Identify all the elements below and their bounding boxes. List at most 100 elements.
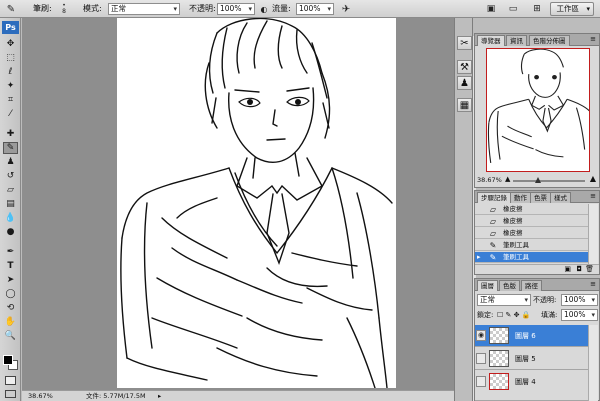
blend-mode-dropdown[interactable]: 正常 (477, 294, 531, 306)
zoom-slider[interactable] (513, 177, 585, 183)
history-brush-tool-icon[interactable]: ↺ (3, 170, 18, 182)
info-panel-icon[interactable]: ▦ (457, 98, 472, 112)
arrange-docs-icon[interactable]: ⊞ (530, 3, 544, 15)
foreground-color-swatch[interactable] (3, 355, 13, 365)
history-footer: ▣ ◘ 🗑 (475, 264, 599, 274)
move-tool-icon[interactable]: ✥ (3, 38, 18, 50)
lock-icons[interactable]: ☐ ✎ ✥ 🔒 (497, 310, 530, 322)
zoom-slider-knob[interactable] (535, 177, 541, 183)
mode-dropdown[interactable]: 正常 (108, 3, 180, 15)
history-item[interactable]: ▱ 橡皮擦 (475, 216, 588, 227)
tab-info[interactable]: 資訊 (506, 35, 527, 46)
tool-presets-icon[interactable]: ✂ (457, 36, 472, 50)
navigator-zoom-row: 38.67% ▲ ▲ (475, 174, 599, 186)
brush-preset-icon[interactable]: ✎ (3, 3, 19, 15)
hand-tool-icon[interactable]: ✋ (3, 316, 18, 328)
brush-tool-icon[interactable]: ✎ (3, 142, 18, 154)
screen-mode-icon[interactable] (5, 390, 16, 398)
eyedropper-tool-icon[interactable]: ⁄ (3, 108, 18, 120)
eraser-icon: ▱ (489, 229, 497, 238)
crop-tool-icon[interactable]: ⌗ (3, 94, 18, 106)
pen-tool-icon[interactable]: ✒ (3, 246, 18, 258)
history-state-marker-icon: ▸ (477, 253, 481, 261)
magic-wand-tool-icon[interactable]: ✦ (3, 80, 18, 92)
layers-tabs: 圖層 色版 路徑 ≡ (475, 279, 599, 291)
3d-rotate-tool-icon[interactable]: ⟲ (3, 302, 18, 314)
healing-brush-tool-icon[interactable]: ✚ (3, 128, 18, 140)
history-item-current[interactable]: ▸ ✎ 筆刷工具 (475, 252, 588, 263)
tab-histogram[interactable]: 色階分佈圖 (529, 35, 570, 46)
flow-value: 100% (299, 4, 321, 13)
clone-stamp-tool-icon[interactable]: ♟ (3, 156, 18, 168)
tab-actions[interactable]: 動作 (510, 192, 531, 203)
quick-mask-icon[interactable] (5, 376, 16, 385)
layer-row[interactable]: 圖層 4 (475, 371, 588, 401)
history-item-label: 橡皮擦 (503, 205, 523, 213)
workspace-dropdown[interactable]: 工作區 (549, 2, 594, 16)
tab-paths[interactable]: 路徑 (521, 280, 542, 291)
visibility-toggle[interactable] (476, 376, 486, 387)
doc-info: 文件: 5.77M/17.5M (86, 392, 146, 400)
tab-swatches[interactable]: 色票 (530, 192, 551, 203)
eye-icon[interactable]: ◉ (476, 330, 486, 341)
sketch-drawing (120, 18, 393, 388)
layer-opacity-value: 100% (564, 295, 586, 304)
panel-menu-icon[interactable]: ≡ (590, 192, 596, 200)
dodge-tool-icon[interactable]: ● (3, 226, 18, 238)
marquee-tool-icon[interactable]: ⬚ (3, 52, 18, 64)
flow-field[interactable]: 100% (296, 3, 334, 15)
history-tabs: 步驟記錄 動作 色票 樣式 ≡ (475, 191, 599, 203)
fill-field[interactable]: 100% (561, 309, 598, 321)
camera-icon[interactable]: ◘ (576, 265, 582, 273)
launch-bridge-icon[interactable]: ▣ (485, 3, 497, 15)
zoom-in-icon[interactable]: ▲ (590, 174, 596, 183)
brush-size-picker[interactable]: • 8 (58, 2, 70, 16)
visibility-toggle[interactable] (476, 353, 486, 364)
blend-mode-value: 正常 (480, 295, 495, 304)
navigator-thumbnail[interactable] (486, 48, 590, 172)
layers-scrollbar[interactable] (588, 325, 598, 401)
trash-icon[interactable]: 🗑 (585, 265, 594, 273)
history-item[interactable]: ▱ 橡皮擦 (475, 204, 588, 215)
layer-name: 圖層 4 (515, 378, 536, 386)
tab-layers[interactable]: 圖層 (477, 280, 498, 291)
new-snapshot-icon[interactable]: ▣ (564, 265, 571, 273)
layer-row[interactable]: ◉ 圖層 6 (475, 325, 588, 347)
zoom-tool-icon[interactable]: 🔍 (3, 330, 18, 342)
opacity-field[interactable]: 100% (217, 3, 255, 15)
navigator-zoom-value[interactable]: 38.67% (477, 176, 502, 184)
history-scrollbar[interactable] (588, 204, 598, 264)
type-tool-icon[interactable]: T (3, 260, 18, 272)
layer-thumbnail (489, 327, 509, 344)
panel-menu-icon[interactable]: ≡ (590, 280, 596, 288)
layer-row[interactable]: 圖層 5 (475, 348, 588, 370)
status-zoom[interactable]: 38.67% (28, 391, 53, 401)
layer-opacity-label: 不透明: (533, 296, 557, 304)
canvas[interactable] (117, 18, 396, 388)
clone-source-icon[interactable]: ♟ (457, 76, 472, 90)
airbrush-icon[interactable]: ✈ (339, 3, 353, 15)
panel-menu-icon[interactable]: ≡ (590, 35, 596, 43)
history-item[interactable]: ✎ 筆刷工具 (475, 240, 588, 251)
shape-tool-icon[interactable]: ◯ (3, 288, 18, 300)
tab-styles[interactable]: 樣式 (550, 192, 571, 203)
tab-navigator[interactable]: 導覽器 (477, 35, 505, 46)
options-bar: ✎ 筆刷: • 8 模式: 正常 不透明: 100% ◐ 流量: 100% ✈ … (0, 0, 600, 18)
lasso-tool-icon[interactable]: ℓ (3, 66, 18, 78)
gradient-tool-icon[interactable]: ▤ (3, 198, 18, 210)
tablet-opacity-icon[interactable]: ◐ (258, 3, 270, 15)
zoom-out-icon[interactable]: ▲ (505, 175, 510, 183)
history-item-label: 筆刷工具 (503, 253, 529, 261)
workspace-label: 工作區 (556, 4, 580, 13)
path-select-tool-icon[interactable]: ➤ (3, 274, 18, 286)
status-menu-arrow-icon[interactable]: ▸ (158, 391, 161, 401)
tab-channels[interactable]: 色版 (499, 280, 520, 291)
view-extras-icon[interactable]: ▭ (506, 3, 520, 15)
eraser-tool-icon[interactable]: ▱ (3, 184, 18, 196)
layer-opacity-field[interactable]: 100% (561, 294, 598, 306)
eraser-icon: ▱ (489, 205, 497, 214)
history-item[interactable]: ▱ 橡皮擦 (475, 228, 588, 239)
brushes-panel-icon[interactable]: ⚒ (457, 60, 472, 74)
blur-tool-icon[interactable]: 💧 (3, 212, 18, 224)
tab-history[interactable]: 步驟記錄 (477, 192, 511, 203)
